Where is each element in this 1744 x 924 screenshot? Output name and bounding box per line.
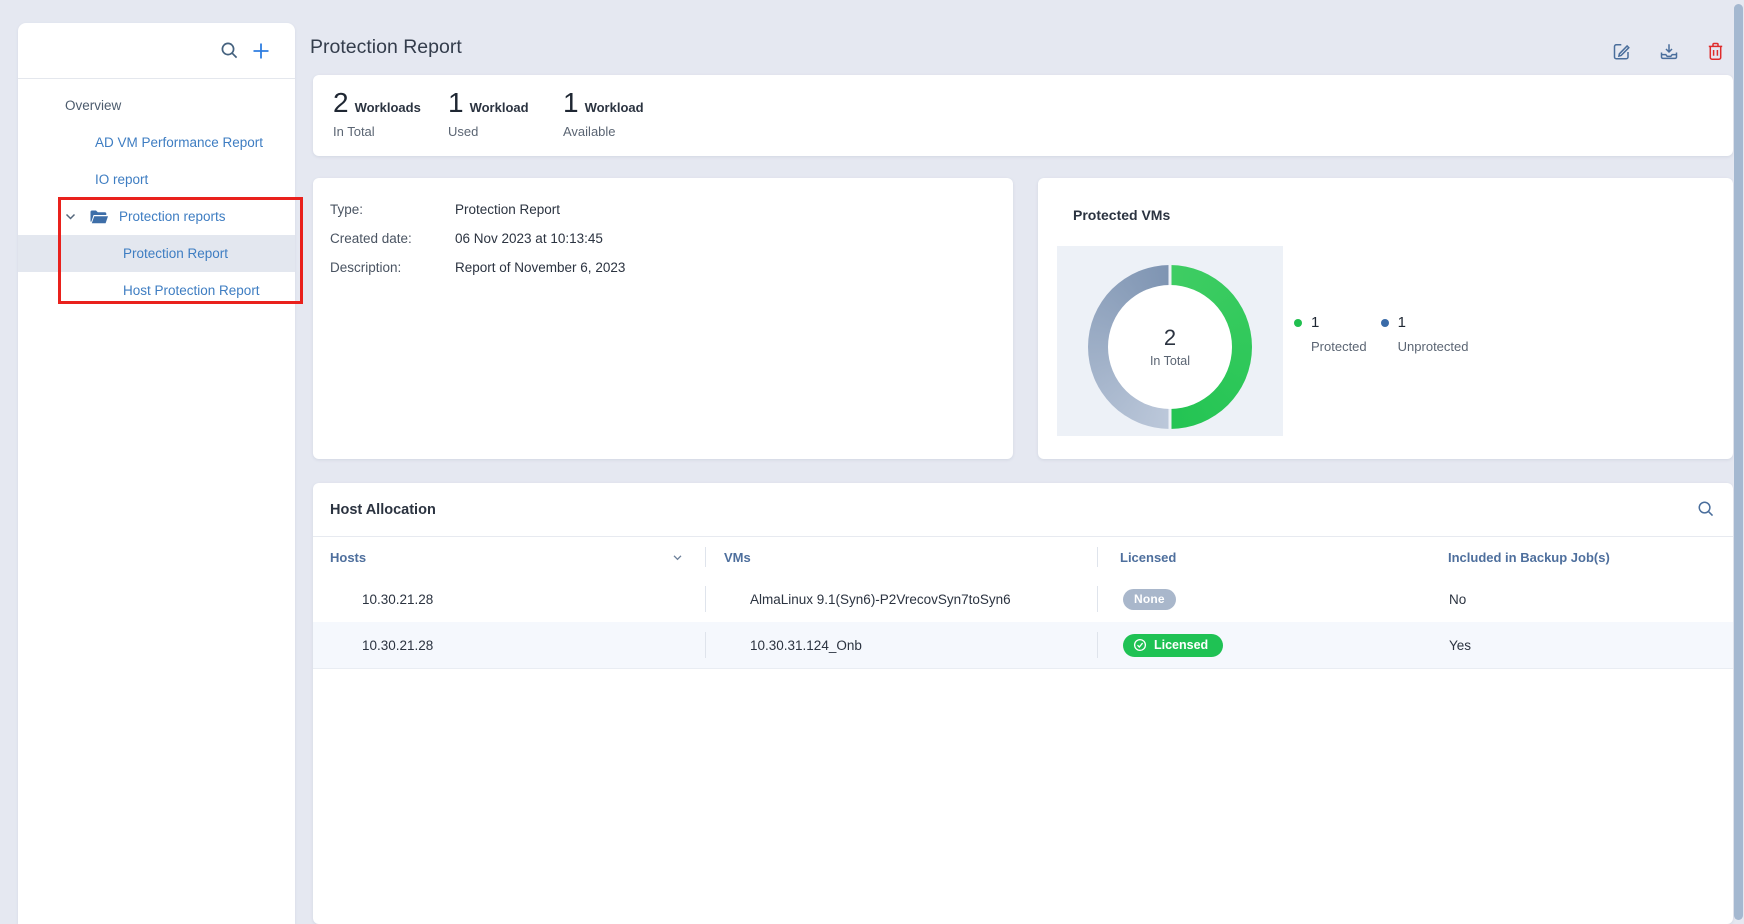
detail-row-created-date: Created date:06 Nov 2023 at 10:13:45: [330, 231, 1013, 247]
legend-item-unprotected: 1 Unprotected: [1381, 314, 1469, 354]
sidebar-item-label: Overview: [65, 98, 121, 113]
stat-in-total: 2 Workloads In Total: [333, 89, 448, 156]
column-header-licensed: Licensed: [1097, 537, 1447, 577]
stat-value: 1: [563, 89, 579, 117]
detail-value: 06 Nov 2023 at 10:13:45: [455, 231, 603, 247]
chart-legend: 1 Protected 1 Unprotected: [1294, 314, 1468, 354]
sidebar-item-label: AD VM Performance Report: [95, 135, 263, 150]
sidebar-item-label: Protection reports: [119, 209, 226, 224]
stat-value: 1: [448, 89, 464, 117]
legend-value: 1: [1398, 314, 1406, 331]
search-icon[interactable]: [220, 41, 239, 60]
report-tree: Overview AD VM Performance Report IO repor…: [18, 79, 295, 309]
add-report-icon[interactable]: [251, 41, 271, 61]
donut-separator: [1169, 408, 1172, 429]
stat-caption: Available: [563, 124, 678, 139]
legend-label: Protected: [1311, 339, 1367, 354]
stat-unit: Workload: [585, 100, 644, 115]
donut-chart: 2 In Total: [1088, 265, 1252, 429]
sidebar-item-label: Protection Report: [123, 246, 228, 261]
export-report-icon[interactable]: [1659, 42, 1679, 61]
legend-label: Unprotected: [1398, 339, 1469, 354]
stat-used: 1 Workload Used: [448, 89, 563, 156]
edit-report-icon[interactable]: [1612, 42, 1631, 61]
workload-stats-card: 2WorkloadsIn Total1WorkloadUsed1Workload…: [313, 75, 1733, 156]
chevron-down-icon[interactable]: [64, 210, 77, 223]
column-header-label: Hosts: [330, 550, 366, 565]
column-header-vms: VMs: [705, 537, 1097, 577]
cell-licensed: None: [1097, 576, 1447, 622]
protected-vms-card: Protected VMs 2 In Total 1 Protected 1 Unpr…: [1038, 178, 1733, 459]
stat-unit: Workload: [470, 100, 529, 115]
cell-licensed: Licensed: [1097, 622, 1447, 668]
table-header-row: Hosts VMs Licensed Included in Backup Job(s…: [313, 536, 1733, 577]
stat-unit: Workloads: [355, 100, 421, 115]
stat-available: 1 Workload Available: [563, 89, 678, 156]
sidebar-item-label: Host Protection Report: [123, 283, 260, 298]
vertical-scrollbar[interactable]: [1734, 4, 1743, 920]
stat-caption: Used: [448, 124, 563, 139]
legend-item-protected: 1 Protected: [1294, 314, 1367, 354]
table-body: 10.30.21.28AlmaLinux 9.1(Syn6)-P2VrecovS…: [313, 576, 1733, 669]
detail-value: Report of November 6, 2023: [455, 260, 625, 276]
stat-value: 2: [333, 89, 349, 117]
column-header-hosts[interactable]: Hosts: [313, 537, 705, 577]
cell-vm: AlmaLinux 9.1(Syn6)-P2VrecovSyn7toSyn6: [705, 576, 1097, 622]
detail-row-type: Type:Protection Report: [330, 202, 1013, 218]
licensed-badge: Licensed: [1123, 634, 1223, 657]
detail-label: Description:: [330, 260, 455, 276]
column-header-label: VMs: [724, 550, 751, 565]
legend-value: 1: [1311, 314, 1319, 331]
sidebar-item-io-report[interactable]: IO report: [18, 161, 295, 198]
cell-host: 10.30.21.28: [313, 576, 705, 622]
detail-row-description: Description:Report of November 6, 2023: [330, 260, 1013, 276]
cell-vm: 10.30.31.124_Onb: [705, 622, 1097, 668]
detail-label: Type:: [330, 202, 455, 218]
folder-open-icon: [89, 209, 109, 225]
licensed-badge-label: Licensed: [1154, 638, 1208, 652]
sidebar-item-overview[interactable]: Overview: [18, 87, 295, 124]
donut-total-value: 2: [1164, 327, 1176, 349]
sidebar-item-protection-reports[interactable]: Protection reports: [18, 198, 295, 235]
table-row: 10.30.21.2810.30.31.124_Onb Licensed Yes: [313, 622, 1733, 669]
page-title: Protection Report: [310, 36, 462, 59]
legend-dot: [1381, 319, 1389, 327]
sidebar-toolbar: [18, 23, 295, 79]
sidebar-item-label: IO report: [95, 172, 148, 187]
sidebar-item-host-protection-report[interactable]: Host Protection Report: [18, 272, 295, 309]
check-circle-icon: [1133, 638, 1147, 652]
donut-total-label: In Total: [1150, 354, 1190, 368]
cell-host: 10.30.21.28: [313, 622, 705, 668]
sidebar: Overview AD VM Performance Report IO repor…: [18, 23, 295, 924]
table-row: 10.30.21.28AlmaLinux 9.1(Syn6)-P2VrecovS…: [313, 576, 1733, 622]
protected-vms-chart: 2 In Total: [1057, 246, 1283, 436]
sidebar-item-ad-vm-performance-report[interactable]: AD VM Performance Report: [18, 124, 295, 161]
legend-dot: [1294, 319, 1302, 327]
cell-included-in-backup: Yes: [1447, 622, 1733, 668]
sort-chevron-icon[interactable]: [672, 552, 683, 563]
column-header-label: Included in Backup Job(s): [1448, 550, 1610, 565]
delete-report-icon[interactable]: [1707, 42, 1724, 61]
report-details-card: Type:Protection ReportCreated date:06 No…: [313, 178, 1013, 459]
cell-included-in-backup: No: [1447, 576, 1733, 622]
detail-value: Protection Report: [455, 202, 560, 218]
stat-caption: In Total: [333, 124, 448, 139]
column-header-label: Licensed: [1120, 550, 1176, 565]
detail-label: Created date:: [330, 231, 455, 247]
host-allocation-title: Host Allocation: [330, 502, 436, 518]
sidebar-item-protection-report[interactable]: Protection Report: [18, 235, 295, 272]
donut-center: 2 In Total: [1108, 285, 1232, 409]
report-actions: [1612, 42, 1724, 61]
protected-vms-title: Protected VMs: [1073, 207, 1170, 223]
none-badge: None: [1123, 589, 1176, 610]
donut-separator: [1169, 265, 1172, 286]
host-allocation-card: Host Allocation Hosts VMs Licensed Included…: [313, 483, 1733, 924]
column-header-included-in-backup-job-s: Included in Backup Job(s): [1447, 537, 1733, 577]
table-search-icon[interactable]: [1697, 500, 1715, 518]
